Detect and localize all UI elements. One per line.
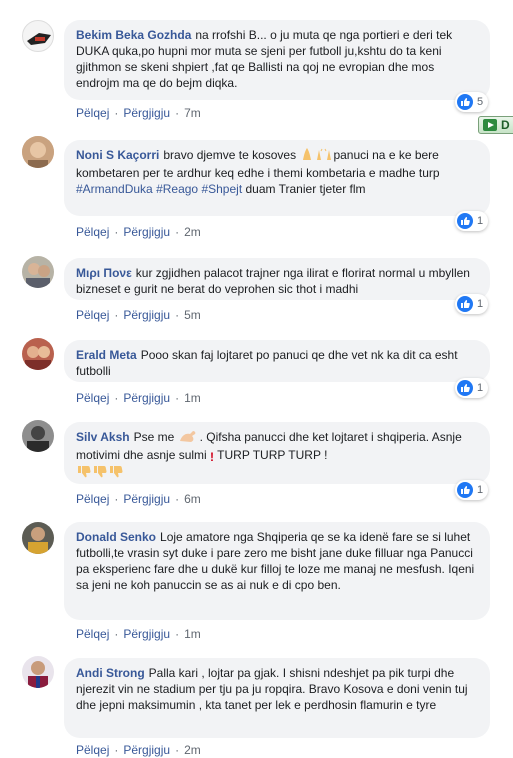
- avatar[interactable]: [22, 420, 54, 452]
- comment-author[interactable]: Bekim Beka Gozhda: [76, 28, 191, 42]
- side-play-button[interactable]: D: [478, 116, 513, 134]
- like-link[interactable]: Pëlqej: [76, 492, 109, 506]
- raised-hands-icon: [315, 147, 333, 165]
- comment-bubble: Μιρι Πονε kur zgjidhen palacot trajner ng…: [64, 258, 490, 300]
- comment-author[interactable]: Andi Strong: [76, 666, 145, 680]
- avatar[interactable]: [22, 338, 54, 370]
- reaction-count[interactable]: 5: [455, 92, 489, 112]
- like-link[interactable]: Pëlqej: [76, 391, 109, 405]
- reply-link[interactable]: Përgjigju: [123, 225, 170, 239]
- comment-author[interactable]: Silv Aksh: [76, 430, 130, 444]
- comment-author[interactable]: Μιρι Πονε: [76, 266, 132, 280]
- avatar[interactable]: [22, 522, 54, 554]
- comment-actions: Pëlqej · Përgjigju · 5m: [76, 308, 201, 322]
- comment-bubble: Donald Senko Loje amatore nga Shqiperia q…: [64, 522, 490, 620]
- comment-author[interactable]: Erald Meta: [76, 348, 137, 362]
- like-icon: [457, 482, 473, 498]
- play-icon: [483, 119, 497, 131]
- hashtag[interactable]: #Reago: [156, 182, 198, 196]
- like-link[interactable]: Pëlqej: [76, 743, 109, 757]
- comment-bubble: Noni S Kaçorri bravo djemve te kosoves pa…: [64, 140, 490, 216]
- like-link[interactable]: Pëlqej: [76, 627, 109, 641]
- comment-text: TURP TURP TURP !: [214, 448, 328, 462]
- avatar[interactable]: [22, 20, 54, 52]
- like-link[interactable]: Pëlqej: [76, 225, 109, 239]
- comment-text: bravo djemve te kosoves: [163, 148, 300, 162]
- comment-bubble: Andi Strong Palla kari , lojtar pa gjak. …: [64, 658, 490, 738]
- reply-link[interactable]: Përgjigju: [123, 743, 170, 757]
- thumbs-down-icon: [92, 465, 108, 483]
- avatar[interactable]: [22, 656, 54, 688]
- reply-link[interactable]: Përgjigju: [123, 627, 170, 641]
- like-link[interactable]: Pëlqej: [76, 308, 109, 322]
- reply-link[interactable]: Përgjigju: [123, 308, 170, 322]
- comment-time[interactable]: 2m: [184, 743, 201, 757]
- comment-time[interactable]: 5m: [184, 308, 201, 322]
- comment-actions: Pëlqej · Përgjigju · 6m: [76, 492, 201, 506]
- like-link[interactable]: Pëlqej: [76, 106, 109, 120]
- comment-text: kur zgjidhen palacot trajner nga ilirat …: [76, 266, 470, 296]
- comment-actions: Pëlqej · Përgjigju · 1m: [76, 391, 201, 405]
- comment-time[interactable]: 1m: [184, 627, 201, 641]
- reply-link[interactable]: Përgjigju: [123, 106, 170, 120]
- comment-actions: Pëlqej · Përgjigju · 2m: [76, 225, 201, 239]
- reaction-count[interactable]: 1: [455, 211, 489, 231]
- like-icon: [457, 213, 473, 229]
- hashtag[interactable]: #Shpejt: [201, 182, 242, 196]
- comment-actions: Pëlqej · Përgjigju · 1m: [76, 627, 201, 641]
- comment-time[interactable]: 6m: [184, 492, 201, 506]
- comment-time[interactable]: 1m: [184, 391, 201, 405]
- praying-hands-icon: [299, 147, 315, 165]
- flexed-biceps-icon: [178, 429, 200, 447]
- hashtag[interactable]: #ArmandDuka: [76, 182, 153, 196]
- side-button-label: D: [501, 118, 510, 132]
- comment-bubble: Silv Aksh Pse me . Qifsha panucci dhe ket…: [64, 422, 490, 484]
- reply-link[interactable]: Përgjigju: [123, 492, 170, 506]
- reaction-count[interactable]: 1: [455, 294, 489, 314]
- comment-bubble: Bekim Beka Gozhda na rrofshi B... o ju mu…: [64, 20, 490, 100]
- comment-time[interactable]: 2m: [184, 225, 201, 239]
- reaction-count[interactable]: 1: [455, 378, 489, 398]
- like-icon: [457, 296, 473, 312]
- comment-actions: Pëlqej · Përgjigju · 7m: [76, 106, 201, 120]
- comment-text: Pse me: [133, 430, 178, 444]
- reply-link[interactable]: Përgjigju: [123, 391, 170, 405]
- comment-bubble: Erald Meta Pooo skan faj lojtaret po panu…: [64, 340, 490, 382]
- thumbs-down-icon: [108, 465, 124, 483]
- like-icon: [457, 94, 473, 110]
- comment-text: duam Tranier tjeter flm: [242, 182, 366, 196]
- comment-time[interactable]: 7m: [184, 106, 201, 120]
- comment-author[interactable]: Noni S Kaçorri: [76, 148, 159, 162]
- thumbs-down-icon: [76, 465, 92, 483]
- avatar[interactable]: [22, 256, 54, 288]
- reaction-count[interactable]: 1: [455, 480, 489, 500]
- avatar[interactable]: [22, 136, 54, 168]
- like-icon: [457, 380, 473, 396]
- comment-author[interactable]: Donald Senko: [76, 530, 156, 544]
